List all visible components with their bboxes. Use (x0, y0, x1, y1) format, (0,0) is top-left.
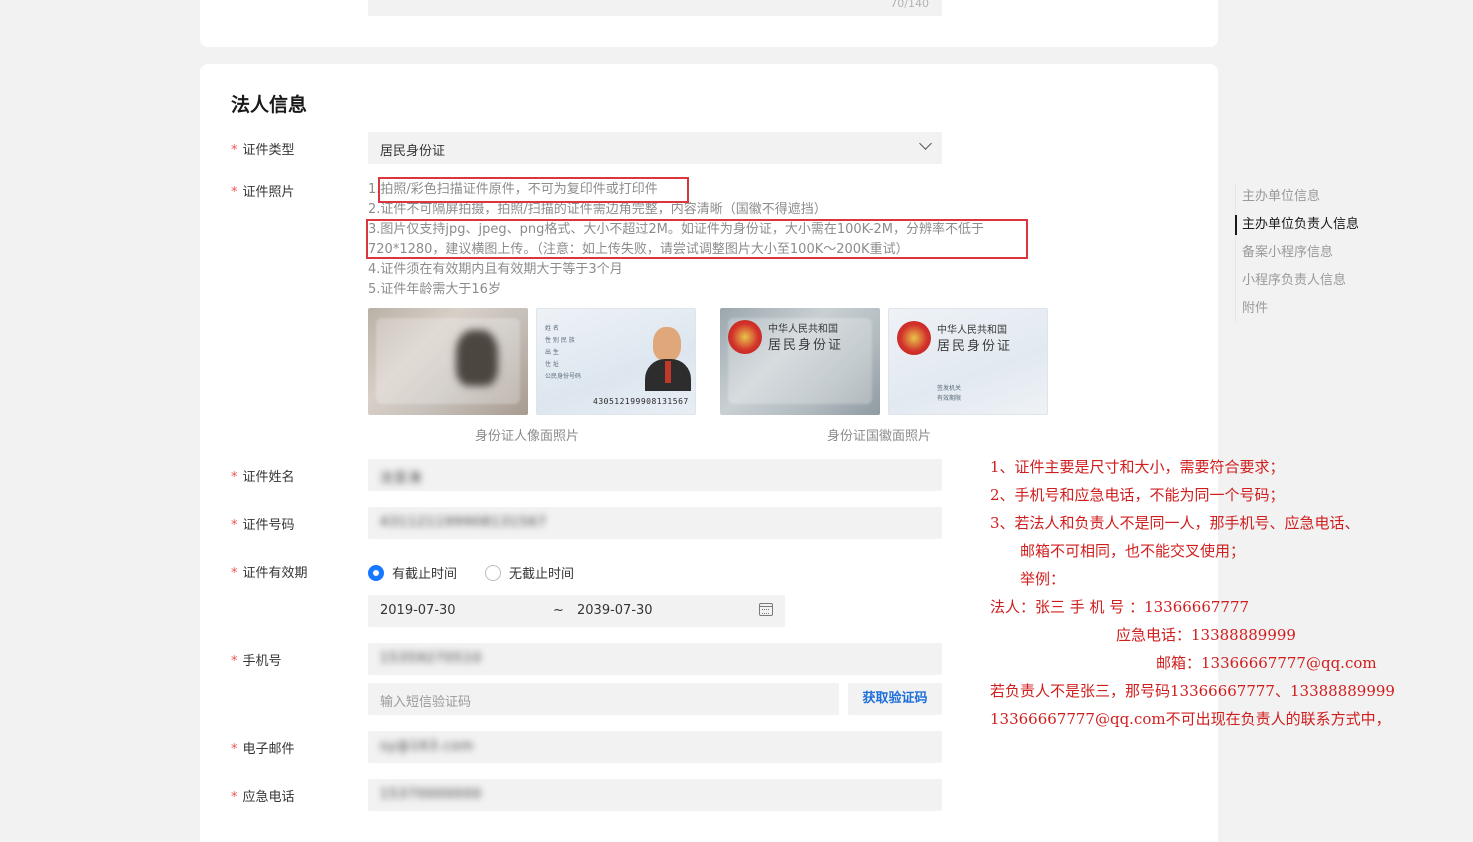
radio-checked-icon (368, 564, 384, 581)
id-type-select[interactable]: 居民身份证 (368, 132, 942, 164)
sms-code-placeholder: 输入短信验证码 (380, 695, 472, 710)
sms-code-input[interactable]: 输入短信验证码 (368, 683, 839, 715)
id-number-label: * 证件号码 (231, 518, 295, 533)
date-separator: ~ (553, 603, 564, 618)
nav-item-host-leader-info[interactable]: 主办单位负责人信息 (1234, 211, 1359, 239)
highlight-box-tip3 (366, 219, 1028, 259)
annotation-line: 法人：张三 手 机 号 ：13366667777 (990, 598, 1250, 616)
phone-input[interactable]: 15359270510 (368, 643, 942, 675)
nav-item-host-info[interactable]: 主办单位信息 (1236, 183, 1359, 211)
radio-has-expiry[interactable]: 有截止时间 (368, 563, 457, 582)
tip-line: 5.证件年龄需大于16岁 (368, 282, 501, 297)
required-mark: * (231, 518, 238, 533)
nav-item-miniprogram-leader-info[interactable]: 小程序负责人信息 (1236, 267, 1359, 295)
annotation-line: 应急电话：13388889999 (1116, 626, 1296, 644)
end-date: 2039-07-30 (577, 603, 653, 618)
section-title: 法人信息 (231, 94, 308, 116)
annotation-line: 若负责人不是张三，那号码13366667777、13388889999 (990, 682, 1395, 700)
chevron-down-icon (919, 137, 932, 150)
description-textarea[interactable]: 70/140 (368, 0, 942, 16)
annotation-line: 3、若法人和负责人不是同一人，那手机号、应急电话、 (990, 514, 1360, 532)
sample-fields: 姓 名 性 别 民 族 出 生 住 址 公民身份号码 (545, 325, 582, 380)
annotation-line: 2、手机号和应急电话，不能为同一个号码； (990, 486, 1285, 504)
required-mark: * (231, 185, 238, 200)
back-caption: 身份证国徽面照片 (827, 429, 932, 444)
required-mark: * (231, 566, 238, 581)
required-mark: * (231, 654, 238, 669)
annotation-line: 13366667777@qq.com不可出现在负责人的联系方式中， (990, 710, 1391, 728)
id-back-sample-image: 中华人民共和国 居民身份证 签发机关 有效期限 (888, 308, 1048, 415)
start-date: 2019-07-30 (380, 603, 456, 618)
id-number-value: 431121199908131567 (380, 515, 547, 530)
annotation-line: 举例： (1020, 570, 1066, 588)
id-type-value: 居民身份证 (380, 144, 446, 159)
email-input[interactable]: sy@163.com (368, 731, 942, 763)
face-photo (456, 330, 498, 386)
previous-section-card: 70/140 (200, 0, 1218, 47)
avatar-icon (653, 327, 681, 361)
nav-item-miniprogram-info[interactable]: 备案小程序信息 (1236, 239, 1359, 267)
email-value: sy@163.com (380, 739, 475, 754)
calendar-icon[interactable] (759, 603, 773, 616)
nav-item-attachments[interactable]: 附件 (1236, 295, 1359, 323)
section-anchor-nav: 主办单位信息 主办单位负责人信息 备案小程序信息 小程序负责人信息 附件 (1234, 183, 1359, 323)
id-number-input[interactable]: 431121199908131567 (368, 507, 942, 539)
emergency-phone-label: * 应急电话 (231, 790, 295, 805)
required-mark: * (231, 742, 238, 757)
annotation-notes: 1、证件主要是尺寸和大小，需要符合要求； 2、手机号和应急电话，不能为同一个号码… (990, 453, 1395, 733)
id-name-input[interactable]: 沈亚涛 (368, 459, 942, 491)
required-mark: * (231, 143, 238, 158)
tip-line: 4.证件须在有效期内且有效期大于等于3个月 (368, 262, 623, 277)
front-caption: 身份证人像面照片 (475, 429, 580, 444)
phone-value: 15359270510 (380, 651, 482, 666)
id-front-sample-image: 姓 名 性 别 民 族 出 生 住 址 公民身份号码 4305121999081… (536, 308, 696, 415)
required-mark: * (231, 790, 238, 805)
id-type-label: * 证件类型 (231, 143, 295, 158)
id-photo-label: * 证件照片 (231, 185, 295, 200)
tip-line: 2.证件不可隔屏拍摄，拍照/扫描的证件需边角完整，内容清晰（国徽不得遮挡） (368, 202, 827, 217)
annotation-line: 1、证件主要是尺寸和大小，需要符合要求； (990, 458, 1285, 476)
annotation-line: 邮箱不可相同，也不能交叉使用； (1020, 542, 1246, 560)
email-label: * 电子邮件 (231, 742, 295, 757)
get-sms-code-button[interactable]: 获取验证码 (848, 683, 942, 715)
emergency-phone-input[interactable]: 15370000000 (368, 779, 942, 811)
emergency-phone-value: 15370000000 (380, 787, 482, 802)
radio-unchecked-icon (485, 564, 501, 581)
validity-date-range[interactable]: 2019-07-30 ~ 2039-07-30 (368, 595, 785, 627)
id-name-label: * 证件姓名 (231, 470, 295, 485)
id-back-photo-example: 中华人民共和国 居民身份证 (720, 308, 880, 415)
char-counter: 70/140 (890, 0, 929, 10)
sample-id-number: 430512199908131567 (593, 397, 689, 406)
annotation-line: 邮箱：13366667777@qq.com (1156, 654, 1377, 672)
id-name-value: 沈亚涛 (380, 471, 423, 486)
national-emblem-icon (897, 321, 931, 355)
highlight-box-tip1 (378, 177, 689, 203)
national-emblem-icon (728, 320, 762, 354)
id-front-photo-example (368, 308, 528, 415)
phone-label: * 手机号 (231, 654, 282, 669)
id-validity-label: * 证件有效期 (231, 566, 308, 581)
radio-no-expiry[interactable]: 无截止时间 (485, 563, 574, 582)
required-mark: * (231, 470, 238, 485)
